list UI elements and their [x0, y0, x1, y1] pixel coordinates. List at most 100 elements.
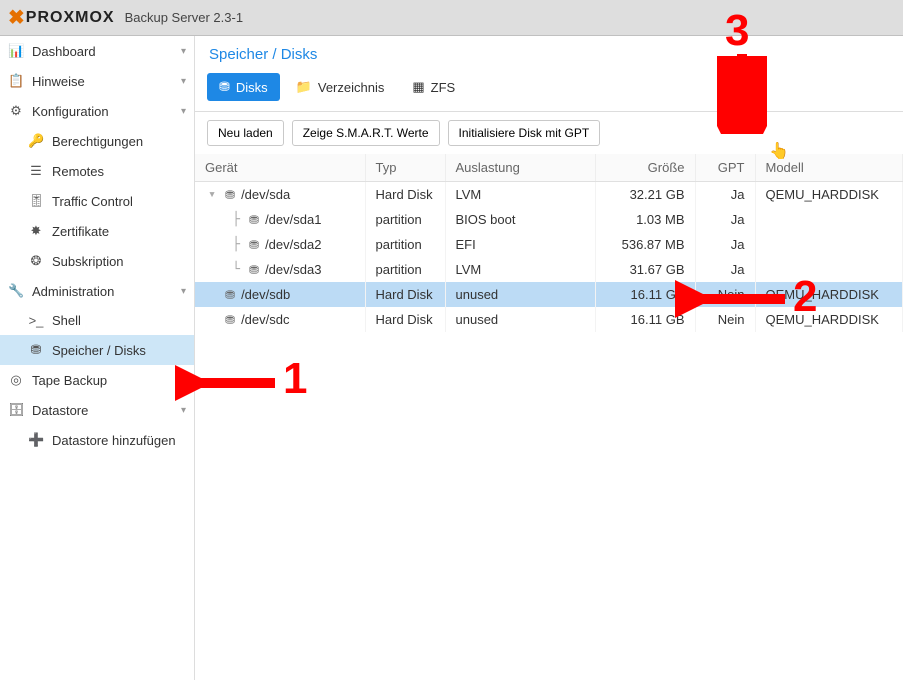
content-panel: Speicher / Disks ⛃Disks📁Verzeichnis▦ZFS …	[195, 36, 903, 680]
chevron-down-icon: ▾	[181, 76, 186, 87]
cell-size: 32.21 GB	[595, 182, 695, 208]
th-icon: ▦	[412, 79, 424, 95]
disk-grid: Gerät Typ Auslastung Größe GPT Modell ▾⛃…	[195, 154, 903, 680]
cell-device: /dev/sda	[241, 187, 290, 202]
header-title: Backup Server 2.3-1	[125, 10, 244, 25]
table-row[interactable]: ├⛃/dev/sda1partitionBIOS boot1.03 MBJa	[195, 207, 903, 232]
tachometer-icon: 📊	[8, 43, 24, 59]
col-gpt[interactable]: GPT	[695, 154, 755, 182]
sidebar-item-tape-backup[interactable]: ◎Tape Backup▾	[0, 365, 194, 395]
cell-model: QEMU_HARDDISK	[755, 282, 903, 307]
grid-header-row: Gerät Typ Auslastung Größe GPT Modell	[195, 154, 903, 182]
col-model[interactable]: Modell	[755, 154, 903, 182]
toolbar: Neu laden Zeige S.M.A.R.T. Werte Initial…	[195, 112, 903, 154]
cell-size: 536.87 MB	[595, 232, 695, 257]
col-device[interactable]: Gerät	[195, 154, 365, 182]
folder-icon: 📁	[296, 79, 312, 95]
sidebar-item-berechtigungen[interactable]: 🔑 Berechtigungen	[0, 126, 194, 156]
sidebar-item-subskription[interactable]: ❂Subskription	[0, 246, 194, 276]
header-bar: ✖ PROXMOX Backup Server 2.3-1	[0, 0, 903, 36]
logo-mark: ✖	[8, 5, 24, 30]
cell-usage: EFI	[445, 232, 595, 257]
tab-disks[interactable]: ⛃Disks	[207, 73, 280, 101]
sidebar-item-label: Remotes	[52, 164, 104, 179]
sidebar-item-shell[interactable]: >_ Shell	[0, 306, 194, 335]
tab-verzeichnis[interactable]: 📁Verzeichnis	[284, 73, 397, 101]
chevron-down-icon: ▾	[181, 106, 186, 117]
reload-button[interactable]: Neu laden	[207, 120, 284, 146]
init-gpt-button[interactable]: Initialisiere Disk mit GPT	[448, 120, 601, 146]
chevron-down-icon: ▾	[181, 405, 186, 416]
sliders-icon: 🎚	[28, 193, 44, 209]
cell-usage: BIOS boot	[445, 207, 595, 232]
certificate-icon: ✸	[28, 223, 44, 239]
sidebar-item-traffic-control[interactable]: 🎚 Traffic Control	[0, 186, 194, 216]
sidebar-item-label: Subskription	[52, 254, 124, 269]
table-row[interactable]: └⛃/dev/sda3partitionLVM31.67 GBJa	[195, 257, 903, 282]
sidebar-item-label: Konfiguration	[32, 104, 109, 119]
hdd-icon: ⛃	[225, 288, 235, 302]
chevron-down-icon: ▾	[181, 375, 186, 386]
sidebar-item-label: Traffic Control	[52, 194, 133, 209]
wrench-icon: 🔧	[8, 283, 24, 299]
hdd-icon: ⛃	[225, 313, 235, 327]
cell-type: Hard Disk	[365, 182, 445, 208]
cell-model	[755, 232, 903, 257]
sidebar-item-datastore-hinzuf-gen[interactable]: ➕Datastore hinzufügen	[0, 425, 194, 455]
cell-device: /dev/sda3	[265, 262, 321, 277]
sidebar-item-label: Speicher / Disks	[52, 343, 146, 358]
cell-type: partition	[365, 207, 445, 232]
show-smart-button[interactable]: Zeige S.M.A.R.T. Werte	[292, 120, 440, 146]
cell-size: 16.11 GB	[595, 282, 695, 307]
sidebar-item-label: Hinweise	[32, 74, 85, 89]
col-type[interactable]: Typ	[365, 154, 445, 182]
cell-model: QEMU_HARDDISK	[755, 307, 903, 332]
cell-size: 1.03 MB	[595, 207, 695, 232]
tab-label: ZFS	[431, 80, 456, 95]
cell-gpt: Ja	[695, 232, 755, 257]
cell-device: /dev/sda2	[265, 237, 321, 252]
clipboard-icon: 📋	[8, 73, 24, 89]
sidebar-item-zertifikate[interactable]: ✸Zertifikate	[0, 216, 194, 246]
sidebar-item-label: Administration	[32, 284, 114, 299]
table-row[interactable]: ⛃/dev/sdbHard Diskunused16.11 GBNeinQEMU…	[195, 282, 903, 307]
sidebar-item-speicher-disks[interactable]: ⛃Speicher / Disks	[0, 335, 194, 365]
sidebar-item-dashboard[interactable]: 📊 Dashboard ▾	[0, 36, 194, 66]
cell-model	[755, 207, 903, 232]
sidebar-item-administration[interactable]: 🔧 Administration ▾	[0, 276, 194, 306]
cogs-icon: ⚙	[8, 103, 24, 119]
sidebar-item-datastore[interactable]: 🗄Datastore▾	[0, 395, 194, 425]
tab-zfs[interactable]: ▦ ZFS	[400, 73, 467, 101]
cell-type: partition	[365, 257, 445, 282]
table-row[interactable]: ▾⛃/dev/sdaHard DiskLVM32.21 GBJaQEMU_HAR…	[195, 182, 903, 208]
cell-type: Hard Disk	[365, 282, 445, 307]
chevron-down-icon: ▾	[181, 46, 186, 57]
sidebar-item-label: Dashboard	[32, 44, 96, 59]
sidebar-item-remotes[interactable]: ☰ Remotes	[0, 156, 194, 186]
terminal-icon: >_	[28, 313, 44, 328]
cell-gpt: Ja	[695, 207, 755, 232]
sidebar-item-konfiguration[interactable]: ⚙ Konfiguration ▾	[0, 96, 194, 126]
server-icon: ☰	[28, 163, 44, 179]
cell-usage: unused	[445, 307, 595, 332]
col-usage[interactable]: Auslastung	[445, 154, 595, 182]
sidebar-item-label: Datastore	[32, 403, 88, 418]
cell-device: /dev/sdb	[241, 287, 290, 302]
sidebar-item-hinweise[interactable]: 📋 Hinweise ▾	[0, 66, 194, 96]
cell-size: 16.11 GB	[595, 307, 695, 332]
chevron-down-icon: ▾	[181, 286, 186, 297]
table-row[interactable]: ⛃/dev/sdcHard Diskunused16.11 GBNeinQEMU…	[195, 307, 903, 332]
sidebar-item-label: Berechtigungen	[52, 134, 143, 149]
cell-gpt: Ja	[695, 257, 755, 282]
sidebar-item-label: Shell	[52, 313, 81, 328]
col-size[interactable]: Größe	[595, 154, 695, 182]
cell-type: partition	[365, 232, 445, 257]
tape-icon: ◎	[8, 372, 24, 388]
key-icon: 🔑	[28, 133, 44, 149]
hdd-icon: ⛃	[225, 188, 235, 202]
hdd-icon: ⛃	[219, 79, 230, 95]
tab-bar: ⛃Disks📁Verzeichnis ▦ ZFS	[195, 69, 903, 112]
panel-title: Speicher / Disks	[195, 36, 903, 69]
cell-model: QEMU_HARDDISK	[755, 182, 903, 208]
table-row[interactable]: ├⛃/dev/sda2partitionEFI536.87 MBJa	[195, 232, 903, 257]
